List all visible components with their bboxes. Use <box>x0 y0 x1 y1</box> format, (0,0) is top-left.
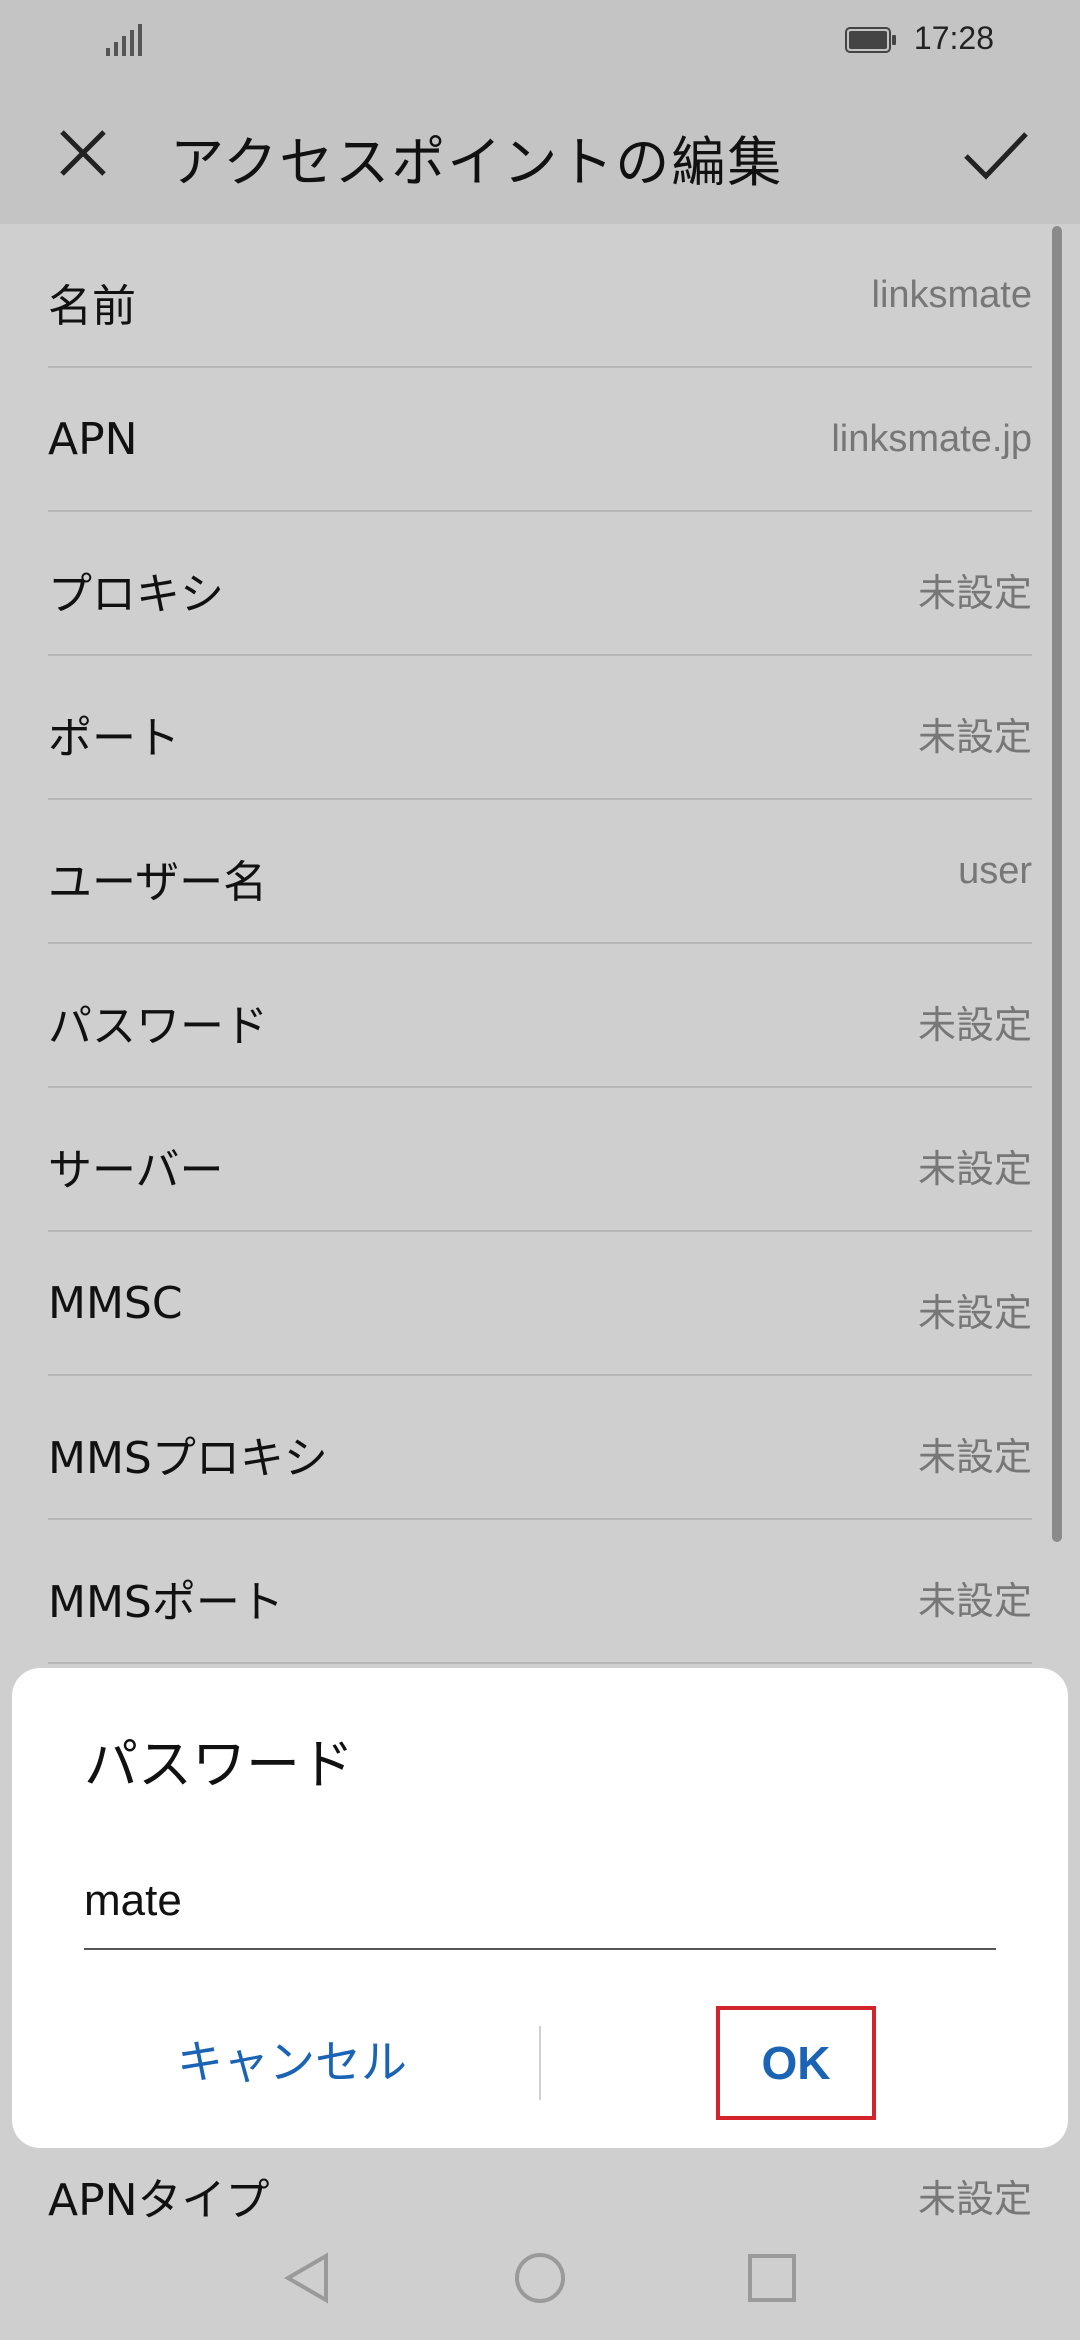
password-input[interactable]: mate <box>84 1858 996 1950</box>
row-label: パスワード <box>48 1001 268 1052</box>
button-divider <box>539 2026 541 2100</box>
row-username[interactable]: ユーザー名 user <box>48 800 1032 944</box>
row-label: MMSC <box>48 1278 183 1329</box>
row-value: 未設定 <box>917 1437 1032 1479</box>
nav-home-icon[interactable] <box>512 2250 568 2306</box>
system-nav-bar <box>0 2210 1080 2340</box>
row-value: 未設定 <box>917 1293 1032 1335</box>
nav-recent-icon[interactable] <box>744 2250 800 2306</box>
row-password[interactable]: パスワード 未設定 <box>48 944 1032 1088</box>
row-mms-port[interactable]: MMSポート 未設定 <box>48 1520 1032 1664</box>
row-value: linksmate.jp <box>831 418 1032 460</box>
dialog-title: パスワード <box>84 1733 354 1796</box>
password-dialog: パスワード mate キャンセル OK <box>12 1668 1068 2148</box>
page-title: アクセスポイントの編集 <box>170 131 784 194</box>
row-label: ユーザー名 <box>48 857 268 908</box>
row-label: 名前 <box>48 281 136 332</box>
app-bar: アクセスポイントの編集 <box>0 80 1080 224</box>
row-mms-proxy[interactable]: MMSプロキシ 未設定 <box>48 1376 1032 1520</box>
row-value: user <box>958 850 1032 892</box>
close-icon[interactable] <box>40 110 126 196</box>
row-value: 未設定 <box>917 573 1032 615</box>
row-mmsc[interactable]: MMSC 未設定 <box>48 1232 1032 1376</box>
row-label: ポート <box>48 713 180 764</box>
password-input-value: mate <box>84 1876 182 1925</box>
cancel-button[interactable]: キャンセル <box>72 2022 512 2102</box>
status-time: 17:28 <box>913 20 994 56</box>
row-proxy[interactable]: プロキシ 未設定 <box>48 512 1032 656</box>
nav-back-icon[interactable] <box>280 2250 336 2306</box>
status-bar: 17:28 <box>0 0 1080 80</box>
row-value: 未設定 <box>917 1581 1032 1623</box>
row-label: MMSポート <box>48 1577 284 1628</box>
signal-icon <box>106 24 142 56</box>
row-value: 未設定 <box>917 1005 1032 1047</box>
row-label: プロキシ <box>48 569 224 620</box>
row-apn[interactable]: APN linksmate.jp <box>48 368 1032 512</box>
ok-button[interactable]: OK <box>716 2006 876 2120</box>
scrollbar[interactable] <box>1052 226 1062 1542</box>
row-name[interactable]: 名前 linksmate <box>48 224 1032 368</box>
check-icon[interactable] <box>948 108 1040 200</box>
row-label: APN <box>48 414 138 465</box>
row-value: 未設定 <box>917 1149 1032 1191</box>
battery-icon <box>845 27 896 53</box>
row-value: linksmate <box>871 274 1033 316</box>
row-port[interactable]: ポート 未設定 <box>48 656 1032 800</box>
row-value: 未設定 <box>917 717 1032 759</box>
row-label: サーバー <box>48 1145 224 1196</box>
row-label: MMSプロキシ <box>48 1433 328 1484</box>
row-server[interactable]: サーバー 未設定 <box>48 1088 1032 1232</box>
